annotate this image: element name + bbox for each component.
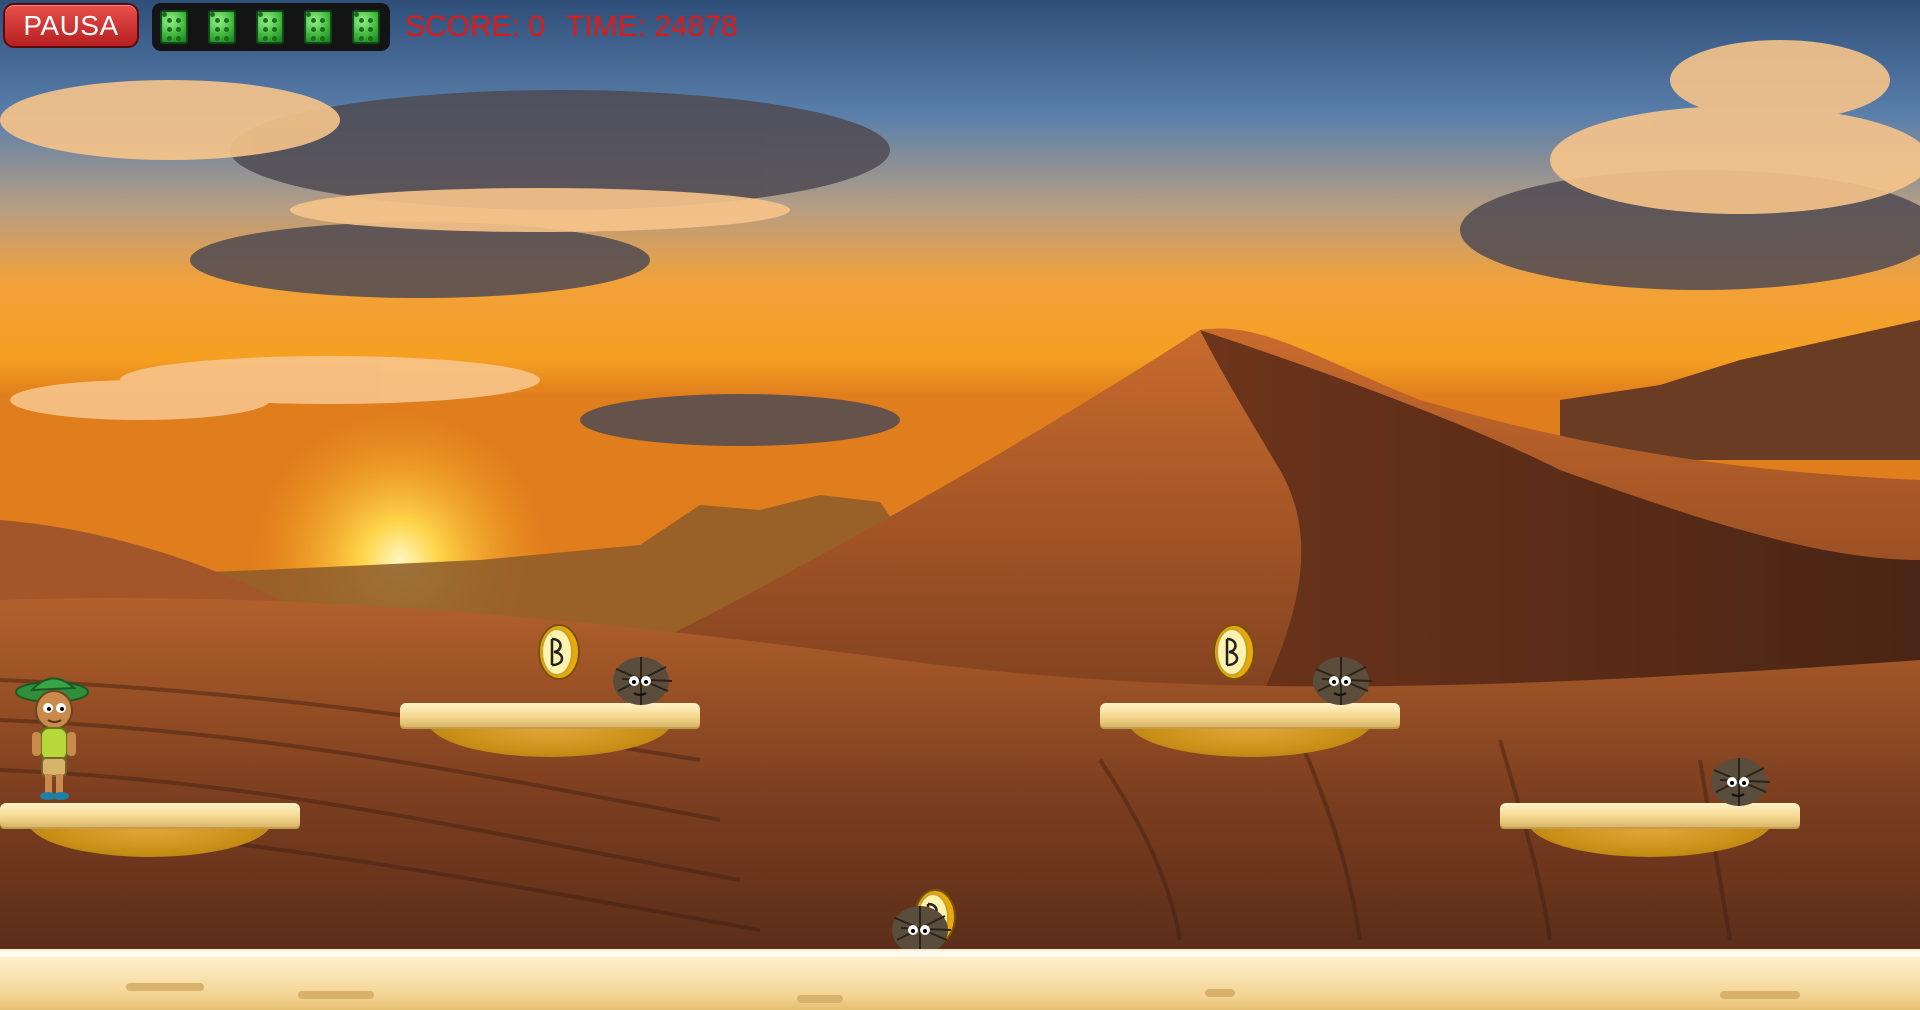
score-counter: SCORE: 0 bbox=[405, 10, 546, 43]
life-block-icon bbox=[256, 10, 284, 44]
life-block-icon bbox=[208, 10, 236, 44]
game-scene: PAUSA SCORE: 0 TIME: 24878 bbox=[0, 0, 1920, 1010]
tumbleweed-enemy-icon bbox=[1711, 758, 1771, 806]
life-block-icon bbox=[304, 10, 332, 44]
tumbleweed-enemy-icon bbox=[613, 657, 673, 705]
sand-platform bbox=[1500, 803, 1800, 857]
lives-bar bbox=[152, 3, 390, 51]
sand-platform bbox=[1100, 703, 1400, 757]
tumbleweed-enemy-icon bbox=[1313, 657, 1373, 705]
sand-ground bbox=[0, 951, 1920, 1010]
ground-mark bbox=[1205, 989, 1235, 997]
life-block-icon bbox=[352, 10, 380, 44]
life-block-icon bbox=[160, 10, 188, 44]
ground-mark bbox=[126, 983, 204, 991]
tumbleweed-enemy-icon bbox=[892, 906, 952, 954]
gold-coin-icon bbox=[538, 624, 580, 680]
desert-background bbox=[0, 0, 1920, 1010]
explorer-boy-icon bbox=[15, 677, 89, 800]
pause-button[interactable]: PAUSA bbox=[3, 3, 139, 48]
ground-mark bbox=[797, 995, 843, 1003]
sand-platform bbox=[400, 703, 700, 757]
ground-highlight bbox=[0, 951, 1920, 957]
platform-top bbox=[0, 803, 300, 827]
ground-mark bbox=[298, 991, 374, 999]
gold-coin-icon bbox=[1213, 624, 1255, 680]
ground-mark bbox=[1720, 991, 1800, 999]
sand-platform bbox=[0, 803, 300, 857]
time-counter: TIME: 24878 bbox=[566, 10, 738, 43]
